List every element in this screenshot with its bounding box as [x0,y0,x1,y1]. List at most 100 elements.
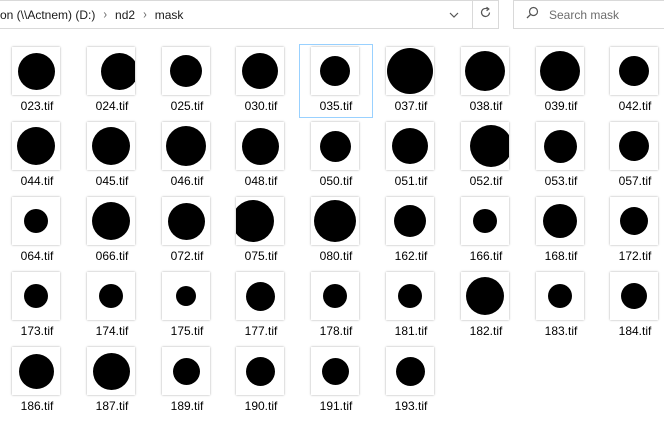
file-item[interactable]: 044.tif [0,119,74,193]
breadcrumb-nd2[interactable]: nd2 [115,8,135,22]
file-item[interactable]: 023.tif [0,44,74,118]
file-item[interactable]: 187.tif [75,344,149,418]
file-item[interactable]: 178.tif [299,269,373,343]
file-item[interactable]: 053.tif [524,119,598,193]
file-item[interactable]: 072.tif [150,194,224,268]
file-thumbnail [87,47,135,95]
file-item[interactable]: 037.tif [374,44,448,118]
file-thumbnail [536,272,584,320]
file-thumbnail [461,272,509,320]
file-item[interactable]: 189.tif [150,344,224,418]
file-name: 193.tif [394,399,428,413]
breadcrumb-chevron-icon[interactable]: › [135,7,155,21]
mask-circle [621,283,647,309]
file-item[interactable]: 174.tif [75,269,149,343]
file-name: 053.tif [544,174,578,188]
file-item[interactable]: 052.tif [449,119,523,193]
file-item[interactable]: 048.tif [224,119,298,193]
file-name: 177.tif [244,324,278,338]
file-item[interactable]: 075.tif [224,194,298,268]
address-history-dropdown-icon[interactable] [446,7,462,23]
mask-circle [242,128,279,165]
file-item[interactable]: 181.tif [374,269,448,343]
breadcrumb-mask[interactable]: mask [155,8,184,22]
file-thumbnail [162,272,210,320]
file-item[interactable]: 035.tif [299,44,373,118]
mask-circle [173,358,200,385]
mask-circle [548,284,572,308]
file-item[interactable]: 162.tif [374,194,448,268]
file-item[interactable]: 173.tif [0,269,74,343]
mask-circle [24,284,48,308]
search-box[interactable]: Search mask [513,0,664,29]
file-item[interactable]: 184.tif [598,269,664,343]
file-item[interactable]: 046.tif [150,119,224,193]
file-name: 168.tif [544,249,578,263]
file-name: 030.tif [244,99,278,113]
address-bar[interactable]: on (\\Actnem) (D:) › nd2 › mask [0,0,473,29]
file-item[interactable]: 050.tif [299,119,373,193]
mask-circle [24,209,48,233]
breadcrumb-drive[interactable]: on (\\Actnem) (D:) [0,8,95,22]
file-item[interactable]: 191.tif [299,344,373,418]
file-item[interactable]: 039.tif [524,44,598,118]
refresh-icon [479,6,492,24]
file-thumbnail [311,47,359,95]
file-thumbnail [461,47,509,95]
file-thumbnail [386,347,434,395]
file-item[interactable]: 193.tif [374,344,448,418]
file-item[interactable]: 064.tif [0,194,74,268]
file-item[interactable]: 045.tif [75,119,149,193]
mask-circle [619,131,649,161]
file-item[interactable]: 057.tif [598,119,664,193]
file-name: 048.tif [244,174,278,188]
file-thumbnail [610,197,658,245]
file-item[interactable]: 172.tif [598,194,664,268]
mask-circle [168,203,205,240]
file-item[interactable]: 183.tif [524,269,598,343]
file-thumbnail [162,347,210,395]
mask-circle [387,48,433,94]
file-name: 190.tif [244,399,278,413]
mask-circle [619,56,649,86]
file-thumbnail [386,47,434,95]
file-thumbnail [610,122,658,170]
file-item[interactable]: 030.tif [224,44,298,118]
file-thumbnail [386,272,434,320]
file-name: 025.tif [170,99,204,113]
mask-circle [470,125,509,167]
file-name: 037.tif [394,99,428,113]
mask-circle [466,277,504,315]
file-item[interactable]: 042.tif [598,44,664,118]
mask-circle [166,126,206,166]
file-item[interactable]: 066.tif [75,194,149,268]
file-item[interactable]: 177.tif [224,269,298,343]
file-item[interactable]: 175.tif [150,269,224,343]
file-item[interactable]: 166.tif [449,194,523,268]
file-name: 024.tif [95,99,129,113]
file-name: 173.tif [20,324,54,338]
file-item[interactable]: 168.tif [524,194,598,268]
file-item[interactable]: 182.tif [449,269,523,343]
file-item[interactable]: 024.tif [75,44,149,118]
breadcrumb-chevron-icon[interactable]: › [95,7,115,21]
refresh-button[interactable] [473,0,499,29]
file-item[interactable]: 025.tif [150,44,224,118]
file-name: 183.tif [544,324,578,338]
file-thumbnail [12,197,60,245]
file-thumbnail [536,197,584,245]
file-name: 052.tif [469,174,503,188]
file-thumbnail [162,197,210,245]
mask-circle [323,284,347,308]
mask-circle [473,209,497,233]
file-name: 162.tif [394,249,428,263]
file-item[interactable]: 051.tif [374,119,448,193]
mask-circle [170,55,202,87]
file-thumbnail [162,122,210,170]
file-item[interactable]: 190.tif [224,344,298,418]
file-item[interactable]: 080.tif [299,194,373,268]
file-item[interactable]: 186.tif [0,344,74,418]
file-name: 186.tif [20,399,54,413]
file-name: 046.tif [170,174,204,188]
file-item[interactable]: 038.tif [449,44,523,118]
